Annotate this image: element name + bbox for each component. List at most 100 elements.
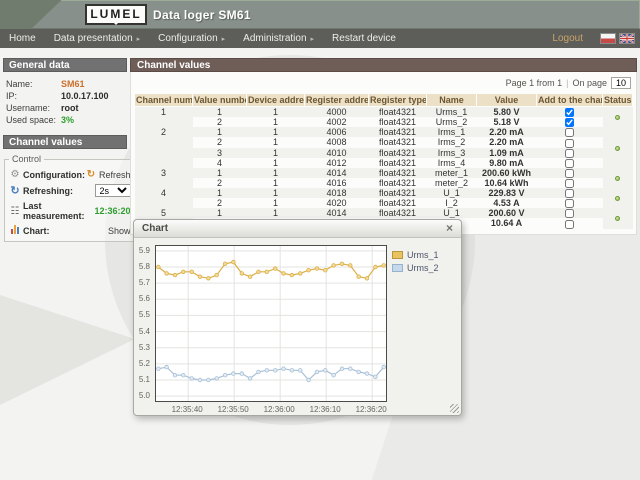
legend-swatch-urms1	[392, 251, 403, 259]
add-to-chart-checkbox[interactable]	[565, 139, 574, 148]
chart-icon	[9, 225, 21, 236]
sidebar: General data Name:SM61 IP:10.0.17.100 Us…	[3, 58, 127, 242]
table-row: 4 1 4012 float4321 Irms_4 9.80 mA	[135, 158, 633, 168]
background-watermark-triangle	[0, 295, 135, 405]
x-tick-label: 12:35:50	[208, 405, 258, 414]
y-tick-label: 5.5	[139, 310, 150, 319]
add-to-chart-checkbox[interactable]	[565, 108, 574, 117]
last-measurement-value: 12:36:20	[94, 206, 130, 216]
x-tick-label: 12:36:10	[300, 405, 350, 414]
channel-values-panel: Channel values Page 1 from 1 | On page C…	[130, 58, 637, 235]
on-page-input[interactable]	[611, 77, 631, 89]
table-row: 2 1 4020 float4321 I_2 4.53 A	[135, 198, 633, 208]
ip-label: IP:	[6, 91, 61, 101]
submenu-arrow-icon: ▸	[311, 36, 315, 43]
on-page-label: On page	[572, 78, 607, 88]
channel-values-sidebar-header: Channel values	[3, 135, 127, 149]
add-to-chart-checkbox[interactable]	[565, 118, 574, 127]
x-tick-label: 12:35:40	[162, 405, 212, 414]
table-row: 3 1 4010 float4321 Irms_3 1.09 mA	[135, 148, 633, 158]
chart-legend: Urms_1 Urms_2	[392, 250, 439, 276]
x-tick-label: 12:36:20	[346, 405, 396, 414]
nav-item-restart-device[interactable]: Restart device	[323, 33, 405, 44]
nav-item-administration[interactable]: Administration▸	[234, 33, 323, 44]
close-icon[interactable]: ×	[446, 220, 453, 237]
table-row: 2 1 4016 float4321 meter_2 10.64 kWh	[135, 178, 633, 188]
table-row: 1 1 1 4000 float4321 Urms_1 5.80 V	[135, 107, 633, 118]
nav-item-configuration[interactable]: Configuration▸	[149, 33, 234, 44]
clock-icon: ☷︎	[9, 206, 21, 217]
table-row: 2 1 4008 float4321 Irms_2 2.20 mA	[135, 137, 633, 147]
app-header: LUMEL Data loger SM61	[0, 0, 640, 29]
add-to-chart-checkbox[interactable]	[565, 189, 574, 198]
chart-plot-area	[155, 245, 387, 402]
table-row: 5 1 1 4014 float4321 U_1 200.60 V	[135, 208, 633, 218]
col-value: Value	[477, 94, 537, 107]
add-to-chart-checkbox[interactable]	[565, 220, 574, 229]
status-ok-dot	[615, 196, 620, 201]
table-row: 2 1 1 4006 float4321 Irms_1 2.20 mA	[135, 127, 633, 137]
y-tick-label: 5.0	[139, 391, 150, 400]
y-tick-label: 5.1	[139, 375, 150, 384]
used-space-value: 3%	[61, 115, 74, 125]
chart-y-axis-labels: 5.05.15.25.35.45.55.65.75.85.9	[134, 245, 153, 402]
y-tick-label: 5.8	[139, 262, 150, 271]
y-tick-label: 5.3	[139, 343, 150, 352]
channel-values-panel-header: Channel values	[130, 58, 637, 72]
chart-dialog-title: Chart	[142, 223, 168, 234]
general-data-panel: Name:SM61 IP:10.0.17.100 Username:root U…	[3, 72, 127, 135]
add-to-chart-checkbox[interactable]	[565, 149, 574, 158]
lumel-logo: LUMEL	[85, 4, 147, 25]
logout-link[interactable]: Logout	[552, 33, 583, 44]
refreshing-label: Refreshing:	[23, 186, 73, 196]
refresh-icon: ↻	[85, 169, 97, 180]
y-tick-label: 5.7	[139, 278, 150, 287]
ip-value: 10.0.17.100	[61, 91, 109, 101]
status-ok-dot	[615, 176, 620, 181]
nav-item-home[interactable]: Home	[0, 33, 45, 44]
legend-label-urms2: Urms_2	[407, 263, 439, 273]
username-value: root	[61, 103, 79, 113]
chart-canvas	[156, 246, 386, 401]
legend-label-urms1: Urms_1	[407, 250, 439, 260]
add-to-chart-checkbox[interactable]	[565, 179, 574, 188]
add-to-chart-checkbox[interactable]	[565, 169, 574, 178]
add-to-chart-checkbox[interactable]	[565, 159, 574, 168]
col-add-to-chart: Add to the chart	[537, 94, 603, 107]
y-tick-label: 5.6	[139, 294, 150, 303]
page-title: Data loger SM61	[153, 8, 251, 22]
x-tick-label: 12:36:00	[254, 405, 304, 414]
add-to-chart-checkbox[interactable]	[565, 209, 574, 218]
chart-label: Chart:	[23, 226, 50, 236]
refresh-interval-select[interactable]: 2s	[95, 184, 131, 197]
y-tick-label: 5.4	[139, 327, 150, 336]
pagination-divider: |	[566, 78, 568, 88]
y-tick-label: 5.9	[139, 246, 150, 255]
resize-handle[interactable]	[450, 404, 459, 413]
add-to-chart-checkbox[interactable]	[565, 128, 574, 137]
polish-flag-icon[interactable]	[600, 33, 616, 44]
page-indicator: Page 1 from 1	[506, 78, 563, 88]
configuration-label: Configuration:	[23, 170, 85, 180]
col-channel-number: Channel number	[135, 94, 193, 107]
gear-icon: ⚙	[9, 169, 21, 180]
add-to-chart-checkbox[interactable]	[565, 199, 574, 208]
refresh-link[interactable]: Refresh	[99, 170, 131, 180]
show-chart-link[interactable]: Show	[108, 226, 131, 236]
col-status: Status	[603, 94, 633, 107]
chart-x-axis-labels: 12:35:4012:35:5012:36:0012:36:1012:36:20	[155, 405, 389, 415]
legend-swatch-urms2	[392, 264, 403, 272]
used-space-label: Used space:	[6, 115, 61, 125]
general-data-header: General data	[3, 58, 127, 72]
refreshing-icon: ↻	[9, 184, 21, 197]
col-device-address: Device address	[247, 94, 305, 107]
english-flag-icon[interactable]	[619, 33, 635, 44]
control-legend: Control	[9, 154, 44, 164]
nav-item-data-presentation[interactable]: Data presentation▸	[45, 33, 149, 44]
table-row: 3 1 1 4014 float4321 meter_1 200.60 kWh	[135, 168, 633, 178]
status-ok-dot	[615, 146, 620, 151]
col-value-number: Value number	[193, 94, 247, 107]
status-ok-dot	[615, 115, 620, 120]
chart-dialog-titlebar[interactable]: × Chart	[134, 220, 461, 238]
name-label: Name:	[6, 79, 61, 89]
